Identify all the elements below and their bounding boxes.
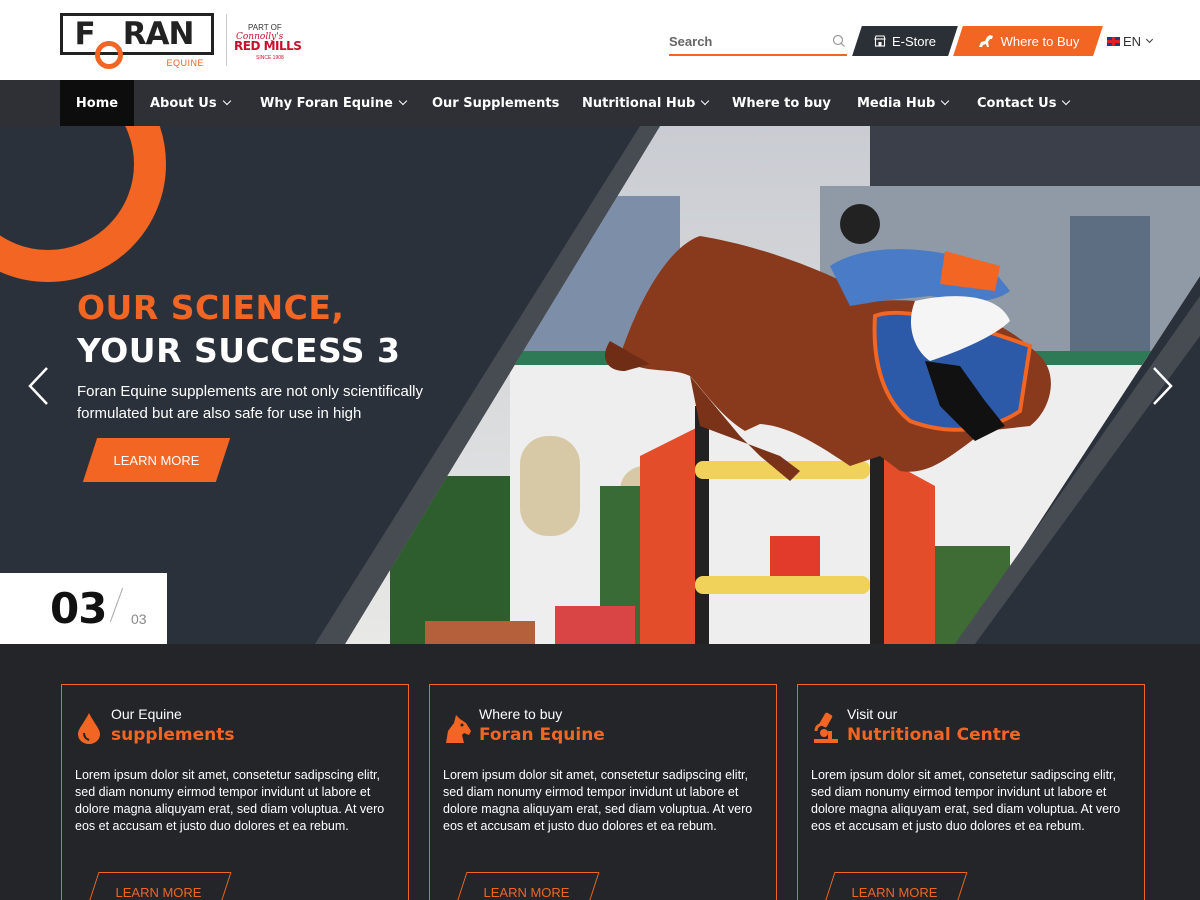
estore-label: E-Store (891, 33, 937, 49)
nav-label: About Us (150, 95, 217, 111)
search-input[interactable] (669, 30, 819, 52)
card-subtitle: Where to buy (479, 706, 563, 722)
hero-learn-more-label: LEARN MORE (113, 452, 200, 468)
language-selector[interactable]: EN (1107, 33, 1154, 49)
chevron-down-icon (222, 96, 231, 106)
chevron-down-icon (941, 96, 950, 106)
nav-item-media-hub[interactable]: Media Hub (857, 80, 950, 126)
nav-item-our-supplements[interactable]: Our Supplements (432, 80, 559, 126)
hero-title-line2: YOUR SUCCESS 3 (77, 331, 401, 370)
chevron-down-icon (701, 96, 710, 106)
nav-item-home[interactable]: Home (60, 80, 134, 126)
card-title: Nutritional Centre (847, 725, 1021, 745)
next-slide-arrow-icon[interactable] (1148, 364, 1176, 408)
search-bar (669, 28, 847, 56)
card-subtitle: Our Equine (111, 706, 182, 722)
nav-item-contact-us[interactable]: Contact Us (977, 80, 1071, 126)
logo-subtitle: EQUINE (166, 58, 204, 68)
microscope-icon (814, 712, 838, 743)
chevron-down-icon (1146, 35, 1154, 43)
feature-card-supplements: Our Equine supplements Lorem ipsum dolor… (61, 684, 409, 900)
card-learn-more-button[interactable]: LEARN MORE (821, 872, 968, 900)
nav-label: Nutritional Hub (582, 95, 696, 111)
card-subtitle: Visit our (847, 706, 898, 722)
partner-name-text: RED MILLS (234, 39, 302, 53)
where-to-buy-button[interactable]: Where to Buy (953, 26, 1103, 56)
horse-head-icon (446, 715, 471, 743)
nav-item-why-foran[interactable]: Why Foran Equine (260, 80, 408, 126)
features-section: Our Equine supplements Lorem ipsum dolor… (0, 644, 1200, 900)
store-icon (874, 35, 886, 47)
nav-label: Why Foran Equine (260, 95, 393, 111)
slide-total: 03 (131, 611, 147, 627)
partner-since-text: SINCE 1908 (256, 55, 284, 61)
horse-icon (978, 35, 993, 47)
logo-divider (226, 14, 227, 66)
card-learn-more-label: LEARN MORE (483, 884, 570, 900)
red-mills-logo[interactable]: PART OF Connolly's RED MILLS SINCE 1908 (234, 23, 304, 63)
nav-item-about-us[interactable]: About Us (150, 80, 231, 126)
slide-counter: 03 03 (0, 573, 167, 644)
nav-label: Contact Us (977, 95, 1057, 111)
feature-card-where-to-buy: Where to buy Foran Equine Lorem ipsum do… (429, 684, 777, 900)
card-learn-more-label: LEARN MORE (115, 884, 202, 900)
nav-item-where-to-buy[interactable]: Where to buy (732, 80, 831, 126)
nav-label: Media Hub (857, 95, 936, 111)
language-label: EN (1123, 33, 1142, 49)
card-body: Lorem ipsum dolor sit amet, consetetur s… (811, 768, 1121, 833)
chevron-down-icon (1062, 96, 1071, 106)
main-navigation: Home About Us Why Foran Equine Our Suppl… (0, 80, 1200, 126)
card-learn-more-button[interactable]: LEARN MORE (453, 872, 600, 900)
where-to-buy-label: Where to Buy (1000, 33, 1080, 49)
nav-item-nutritional-hub[interactable]: Nutritional Hub (582, 80, 710, 126)
chevron-down-icon (398, 96, 408, 106)
feature-card-nutritional-centre: Visit our Nutritional Centre Lorem ipsum… (797, 684, 1145, 900)
decorative-ring (0, 126, 168, 292)
partner-part-text: PART OF (248, 23, 282, 32)
uk-flag-icon (1107, 36, 1120, 46)
card-learn-more-button[interactable]: LEARN MORE (85, 872, 232, 900)
droplet-icon (78, 713, 100, 744)
search-icon[interactable] (831, 33, 847, 49)
nav-label: Where to buy (732, 95, 831, 111)
nav-label: Home (75, 95, 119, 111)
card-body: Lorem ipsum dolor sit amet, consetetur s… (443, 768, 753, 833)
card-learn-more-label: LEARN MORE (851, 884, 938, 900)
hero-description: Foran Equine supplements are not only sc… (77, 383, 424, 422)
card-title: supplements (111, 725, 235, 745)
counter-slash (109, 587, 124, 623)
nav-label: Our Supplements (432, 95, 560, 111)
foran-logo[interactable]: FORAN EQUINE (60, 13, 214, 69)
card-title: Foran Equine (479, 725, 605, 745)
hero-slider: OUR SCIENCE, YOUR SUCCESS 3 Foran Equine… (0, 126, 1200, 644)
site-header: FORAN EQUINE PART OF Connolly's RED MILL… (0, 0, 1200, 80)
hero-learn-more-button[interactable]: LEARN MORE (82, 438, 231, 482)
estore-button[interactable]: E-Store (852, 26, 958, 56)
prev-slide-arrow-icon[interactable] (25, 364, 53, 408)
card-body: Lorem ipsum dolor sit amet, consetetur s… (75, 768, 385, 833)
hero-title-line1: OUR SCIENCE, (77, 288, 345, 327)
slide-current: 03 (50, 584, 107, 633)
